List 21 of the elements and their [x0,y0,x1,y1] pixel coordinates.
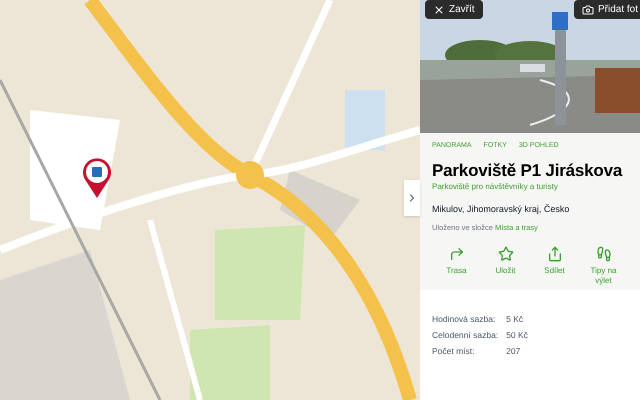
footprints-icon [596,246,612,262]
place-title: Parkoviště P1 Jiráskova [432,160,622,181]
action-button[interactable]: Tipy na výlet [579,246,628,286]
action-button[interactable]: Sdílet [530,246,579,286]
action-button[interactable]: Uložit [481,246,530,286]
share-icon [546,246,562,262]
detail-label: Hodinová sazba: [432,313,496,326]
action-button[interactable]: Trasa [432,246,481,286]
detail-value: 5 Kč [506,313,524,326]
turn-arrow-icon [448,246,464,262]
detail-label: Počet míst: [432,344,476,358]
place-address: Mikulov, Jihomoravský kraj, Česko [432,202,570,216]
add-photo-button[interactable]: Přidat fot [574,0,640,19]
detail-value: 207 [506,344,522,358]
close-button[interactable]: Zavřít [425,0,483,19]
detail-value: 50 Kč [506,328,529,342]
detail-label: Celodenní sazba: [432,328,498,342]
place-category: Parkoviště pro návštěvníky a turisty [432,180,559,193]
star-icon [498,246,514,262]
camera-icon [582,4,594,16]
close-icon [433,4,445,16]
